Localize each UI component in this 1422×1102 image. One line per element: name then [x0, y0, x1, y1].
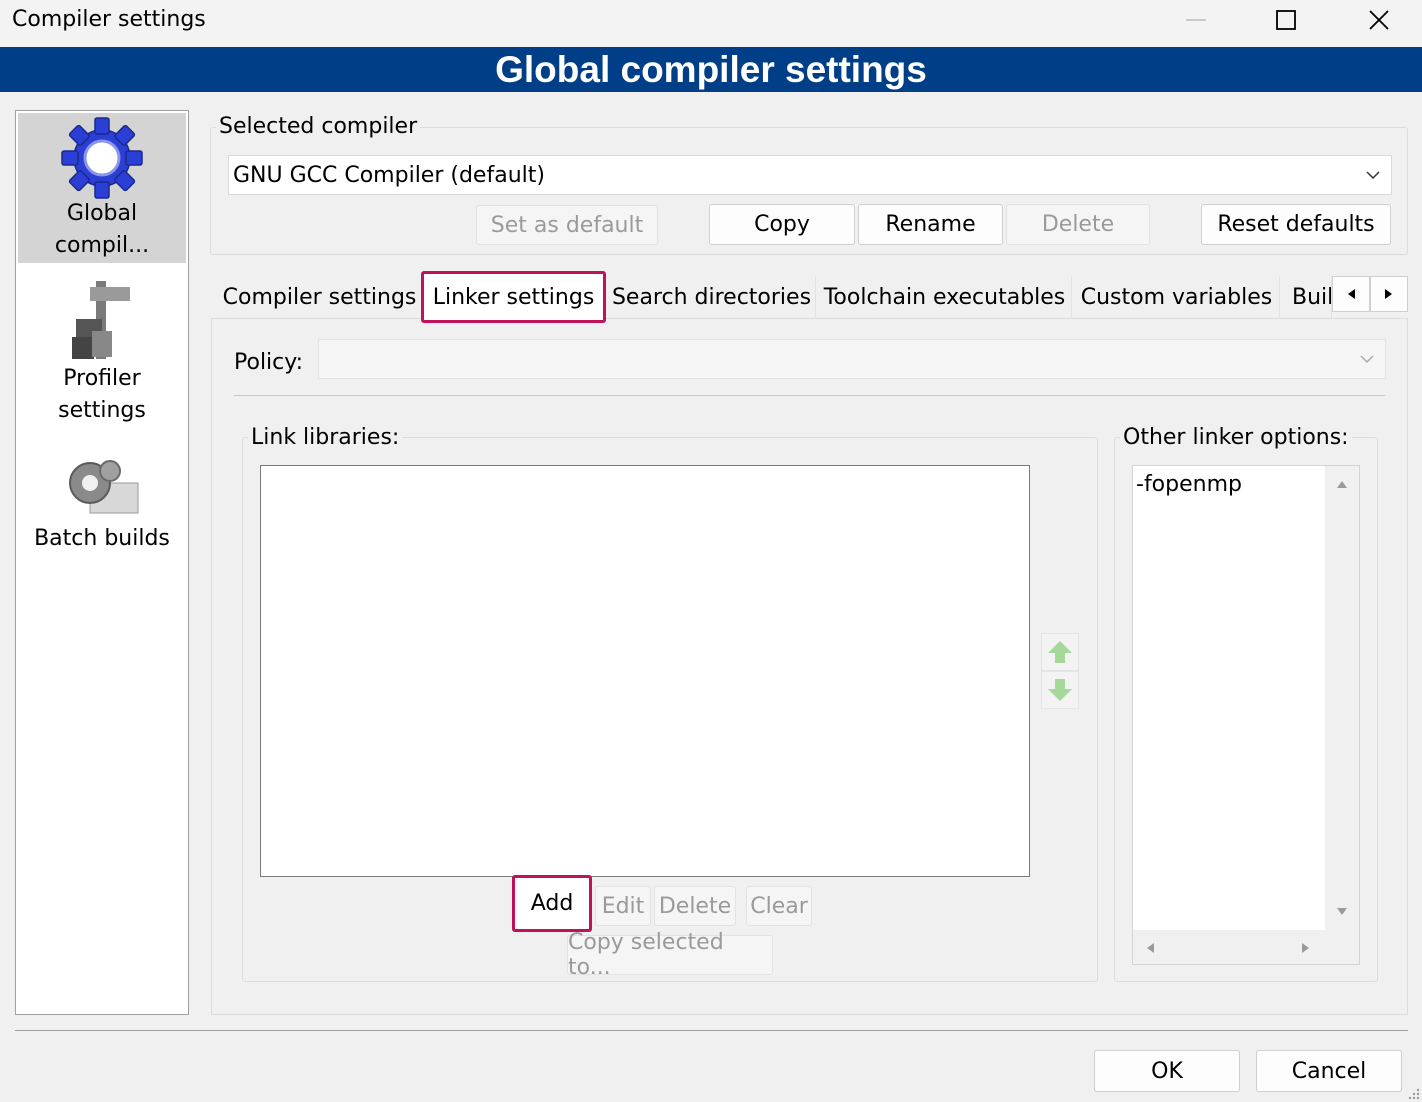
sidebar: Global compil... Profiler settings Batch…: [15, 110, 189, 1015]
scroll-left-icon: [1147, 943, 1154, 953]
reset-defaults-button[interactable]: Reset defaults: [1201, 204, 1391, 245]
ok-button[interactable]: OK: [1094, 1050, 1240, 1092]
other-linker-options-label: Other linker options:: [1120, 425, 1352, 450]
chevron-down-icon: [1360, 355, 1374, 364]
edit-library-button[interactable]: Edit: [595, 886, 651, 926]
gear-icon: [61, 117, 143, 199]
tab-compiler-settings[interactable]: Compiler settings: [217, 276, 423, 318]
scroll-up-icon: [1337, 481, 1347, 488]
sidebar-item-global-compiler[interactable]: Global compil...: [18, 113, 186, 263]
add-library-button[interactable]: Add: [512, 875, 592, 932]
selected-compiler-label: Selected compiler: [216, 114, 421, 139]
policy-label: Policy:: [234, 350, 304, 375]
compiler-select[interactable]: GNU GCC Compiler (default): [228, 155, 1392, 195]
arrow-down-icon: [1048, 679, 1072, 701]
close-button[interactable]: [1349, 0, 1409, 40]
separator-line: [234, 395, 1385, 396]
cancel-button[interactable]: Cancel: [1256, 1050, 1402, 1092]
vertical-scrollbar[interactable]: [1325, 466, 1359, 930]
close-icon: [1369, 10, 1389, 30]
window-title: Compiler settings: [12, 7, 206, 32]
title-bar: Compiler settings: [0, 0, 1422, 46]
move-down-button[interactable]: [1041, 671, 1079, 709]
sidebar-item-label: Global compil...: [54, 201, 150, 258]
horizontal-scrollbar[interactable]: [1133, 930, 1359, 964]
maximize-button[interactable]: [1256, 0, 1316, 40]
minimize-icon: [1186, 19, 1206, 21]
tab-linker-settings[interactable]: Linker settings: [421, 271, 606, 323]
sidebar-item-label: Profiler settings: [58, 366, 146, 423]
sidebar-item-batch-builds[interactable]: Batch builds: [18, 453, 186, 573]
link-libraries-list[interactable]: [260, 465, 1030, 877]
tab-scroll-right-button[interactable]: [1370, 276, 1408, 312]
other-linker-options-textarea[interactable]: -fopenmp: [1132, 465, 1360, 965]
link-libraries-label: Link libraries:: [248, 425, 403, 450]
tab-scroll-left-button[interactable]: [1332, 276, 1370, 312]
delete-compiler-button[interactable]: Delete: [1006, 204, 1150, 245]
sidebar-item-label: Batch builds: [34, 526, 170, 551]
sidebar-item-profiler-settings[interactable]: Profiler settings: [18, 279, 186, 429]
triangle-left-icon: [1348, 289, 1355, 299]
maximize-icon: [1276, 10, 1296, 30]
header-banner: Global compiler settings: [0, 47, 1422, 92]
footer-separator: [15, 1030, 1408, 1031]
set-as-default-button[interactable]: Set as default: [476, 205, 658, 245]
tab-build-options[interactable]: Buil: [1282, 276, 1332, 318]
chevron-down-icon: [1366, 171, 1380, 180]
copy-selected-button[interactable]: Copy selected to...: [567, 930, 773, 980]
arrow-up-icon: [1048, 641, 1072, 663]
rename-button[interactable]: Rename: [858, 204, 1003, 245]
tab-toolchain-executables[interactable]: Toolchain executables: [818, 276, 1072, 318]
copy-button[interactable]: Copy: [709, 204, 855, 245]
policy-select[interactable]: [318, 339, 1386, 379]
triangle-right-icon: [1385, 289, 1392, 299]
caliper-icon: [72, 281, 130, 359]
clear-libraries-button[interactable]: Clear: [746, 886, 812, 926]
tab-search-directories[interactable]: Search directories: [608, 276, 816, 318]
gears-stack-icon: [69, 460, 139, 514]
minimize-button[interactable]: [1166, 0, 1226, 40]
other-linker-options-text: -fopenmp: [1136, 472, 1242, 497]
move-up-button[interactable]: [1041, 633, 1079, 671]
tab-custom-variables[interactable]: Custom variables: [1074, 276, 1280, 318]
scroll-right-icon: [1302, 943, 1309, 953]
scroll-down-icon: [1337, 908, 1347, 915]
resize-grip-icon[interactable]: [1408, 1088, 1420, 1100]
delete-library-button[interactable]: Delete: [654, 886, 736, 926]
